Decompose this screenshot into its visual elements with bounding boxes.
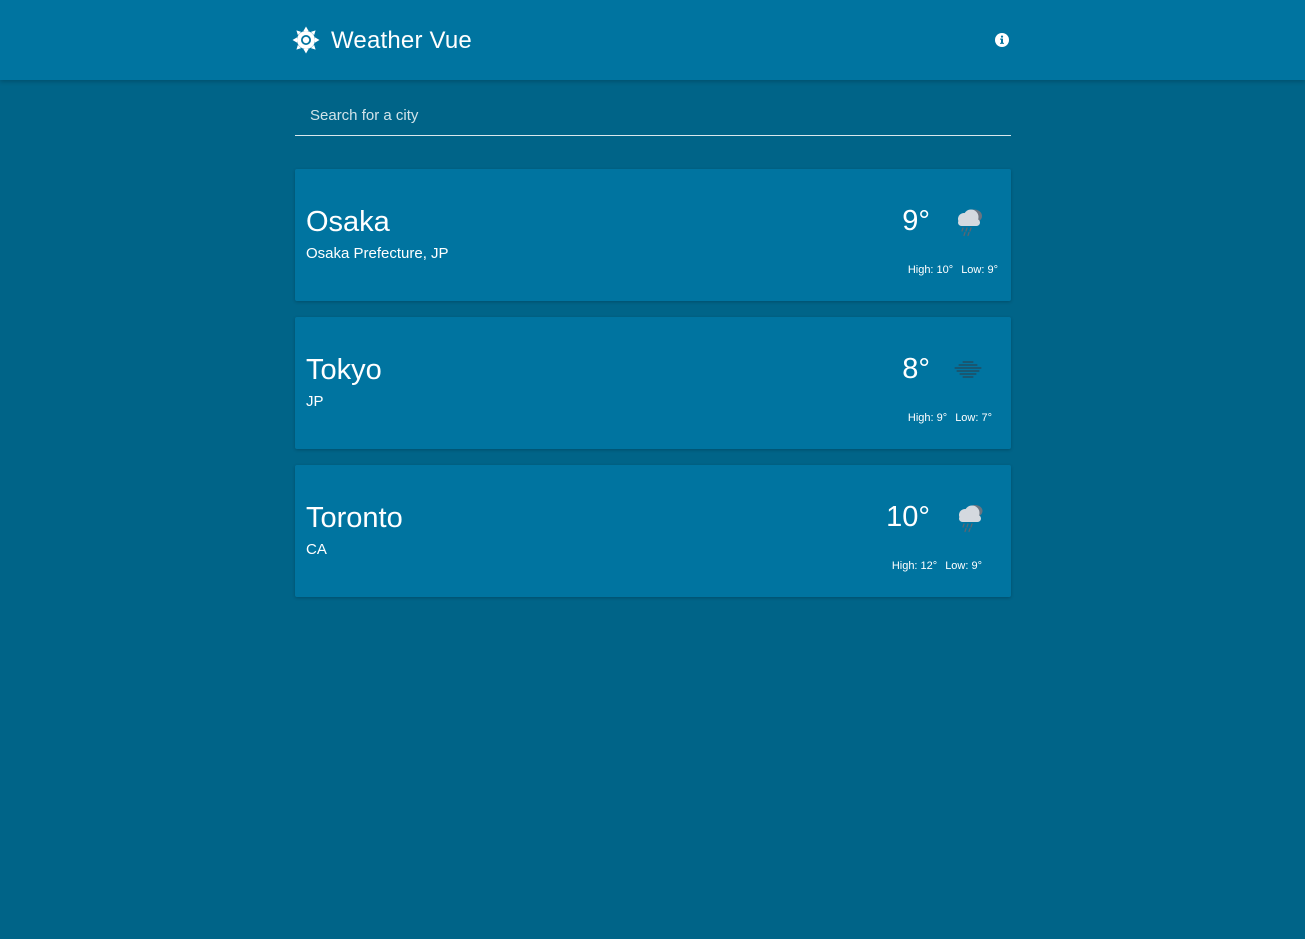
app-title: Weather Vue [331, 27, 472, 54]
city-region: JP [306, 393, 324, 410]
city-name: Toronto [306, 502, 403, 534]
city-region: Osaka Prefecture, JP [306, 245, 449, 262]
current-temperature: 8° [902, 353, 930, 385]
city-card-tokyo[interactable]: Tokyo JP 8° High: 9° Low: 7° [295, 317, 1011, 449]
search-box [295, 96, 1011, 136]
city-region: CA [306, 541, 327, 558]
low-temperature: Low: 9° [961, 264, 998, 276]
city-name: Osaka [306, 206, 390, 238]
high-temperature: High: 12° [891, 560, 938, 572]
low-temperature: Low: 7° [955, 412, 992, 424]
current-temperature: 10° [886, 501, 930, 533]
high-low: High: 12° Low: 9° [892, 559, 982, 573]
fog-icon [954, 361, 982, 378]
high-low: High: 10° Low: 9° [908, 263, 998, 277]
high-temperature: High: 10° [907, 264, 954, 276]
app-header: Weather Vue [0, 0, 1305, 80]
sun-icon [292, 26, 320, 54]
rain-cloud-icon [958, 209, 982, 237]
city-name: Tokyo [306, 354, 382, 386]
rain-cloud-icon [959, 505, 983, 533]
info-icon[interactable] [993, 31, 1011, 49]
high-temperature: High: 9° [907, 412, 948, 424]
high-low: High: 9° Low: 7° [908, 411, 992, 425]
city-card-toronto[interactable]: Toronto CA 10° High: 12° Low: 9° [295, 465, 1011, 597]
search-input[interactable] [295, 96, 1011, 135]
city-card-osaka[interactable]: Osaka Osaka Prefecture, JP 9° High: 10° L… [295, 169, 1011, 301]
current-temperature: 9° [902, 205, 930, 237]
low-temperature: Low: 9° [945, 560, 982, 572]
